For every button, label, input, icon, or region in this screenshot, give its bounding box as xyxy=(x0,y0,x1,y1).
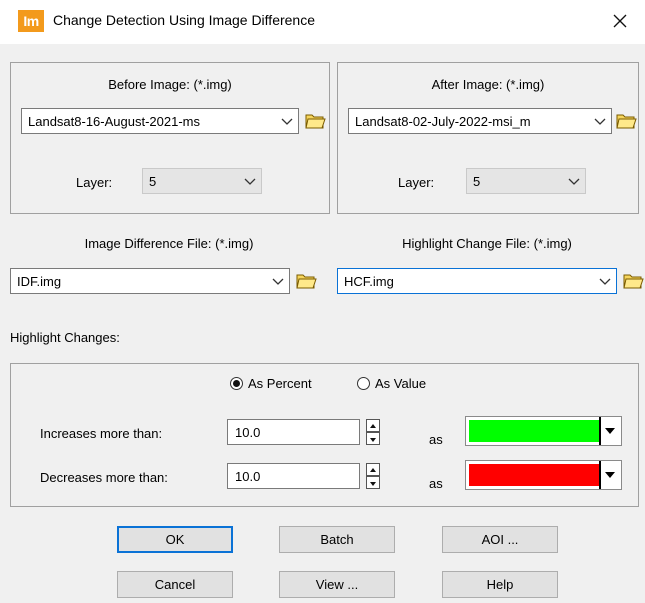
decrease-color-picker[interactable] xyxy=(465,460,622,490)
triangle-down-icon xyxy=(370,482,376,486)
folder-open-icon[interactable] xyxy=(622,270,644,290)
decrease-as-label: as xyxy=(429,476,443,491)
chevron-down-icon xyxy=(568,178,580,185)
highlight-group: As Percent As Value Increases more than:… xyxy=(10,363,639,507)
triangle-up-icon xyxy=(370,468,376,472)
idf-combo[interactable]: IDF.img xyxy=(10,268,290,294)
chevron-down-icon xyxy=(599,278,611,285)
increase-label: Increases more than: xyxy=(40,426,163,441)
radio-percent-label: As Percent xyxy=(248,376,312,391)
increase-as-label: as xyxy=(429,432,443,447)
radio-value-label: As Value xyxy=(375,376,427,391)
decrease-input[interactable]: 10.0 xyxy=(227,463,360,489)
chevron-down-icon xyxy=(281,118,293,125)
spin-down-button[interactable] xyxy=(366,432,380,445)
radio-as-value[interactable]: As Value xyxy=(357,376,426,391)
before-layer-value: 5 xyxy=(149,174,157,189)
folder-open-icon[interactable] xyxy=(295,270,317,290)
hcf-value: HCF.img xyxy=(344,274,394,289)
increase-input[interactable]: 10.0 xyxy=(227,419,360,445)
color-dropdown-button[interactable] xyxy=(599,461,621,489)
after-layer-select[interactable]: 5 xyxy=(466,168,586,194)
before-layer-label: Layer: xyxy=(76,175,113,190)
decrease-color-swatch xyxy=(469,464,599,486)
color-dropdown-button[interactable] xyxy=(599,417,621,445)
before-image-value: Landsat8-16-August-2021-ms xyxy=(28,114,200,129)
close-icon xyxy=(613,14,627,28)
after-image-combo[interactable]: Landsat8-02-July-2022-msi_m xyxy=(348,108,612,134)
hcf-label: Highlight Change File: (*.img) xyxy=(402,236,572,251)
triangle-up-icon xyxy=(370,424,376,428)
increase-color-picker[interactable] xyxy=(465,416,622,446)
increase-color-swatch xyxy=(469,420,599,442)
spin-down-button[interactable] xyxy=(366,476,380,489)
spin-up-button[interactable] xyxy=(366,463,380,476)
triangle-down-icon xyxy=(370,438,376,442)
radio-value-indicator[interactable] xyxy=(357,377,370,390)
close-button[interactable] xyxy=(607,8,633,34)
after-image-value: Landsat8-02-July-2022-msi_m xyxy=(355,114,531,129)
decrease-label: Decreases more than: xyxy=(40,470,168,485)
before-image-group: Before Image: (*.img) Landsat8-16-August… xyxy=(10,62,330,214)
cancel-button[interactable]: Cancel xyxy=(117,571,233,598)
increase-spinner[interactable] xyxy=(366,419,380,445)
increase-value: 10.0 xyxy=(235,425,261,440)
after-image-label: After Image: (*.img) xyxy=(431,77,545,92)
radio-as-percent[interactable]: As Percent xyxy=(230,376,312,391)
before-layer-select[interactable]: 5 xyxy=(142,168,262,194)
after-layer-label: Layer: xyxy=(398,175,435,190)
folder-open-icon[interactable] xyxy=(615,110,637,130)
highlight-title: Highlight Changes: xyxy=(10,330,120,345)
triangle-down-icon xyxy=(605,472,615,478)
chevron-down-icon xyxy=(272,278,284,285)
chevron-down-icon xyxy=(594,118,606,125)
after-layer-value: 5 xyxy=(473,174,481,189)
before-image-combo[interactable]: Landsat8-16-August-2021-ms xyxy=(21,108,299,134)
triangle-down-icon xyxy=(605,428,615,434)
decrease-value: 10.0 xyxy=(235,469,261,484)
aoi-button[interactable]: AOI ... xyxy=(442,526,558,553)
decrease-spinner[interactable] xyxy=(366,463,380,489)
chevron-down-icon xyxy=(244,178,256,185)
help-button[interactable]: Help xyxy=(442,571,558,598)
ok-button[interactable]: OK xyxy=(117,526,233,553)
hcf-combo[interactable]: HCF.img xyxy=(337,268,617,294)
title-bar: Im Change Detection Using Image Differen… xyxy=(0,0,645,44)
spin-up-button[interactable] xyxy=(366,419,380,432)
folder-open-icon[interactable] xyxy=(304,110,326,130)
idf-value: IDF.img xyxy=(17,274,62,289)
idf-label: Image Difference File: (*.img) xyxy=(84,236,254,251)
radio-percent-indicator[interactable] xyxy=(230,377,243,390)
before-image-label: Before Image: (*.img) xyxy=(108,77,232,92)
after-image-group: After Image: (*.img) Landsat8-02-July-20… xyxy=(337,62,639,214)
batch-button[interactable]: Batch xyxy=(279,526,395,553)
view-button[interactable]: View ... xyxy=(279,571,395,598)
window-title: Change Detection Using Image Difference xyxy=(53,12,316,28)
app-icon: Im xyxy=(18,10,44,32)
